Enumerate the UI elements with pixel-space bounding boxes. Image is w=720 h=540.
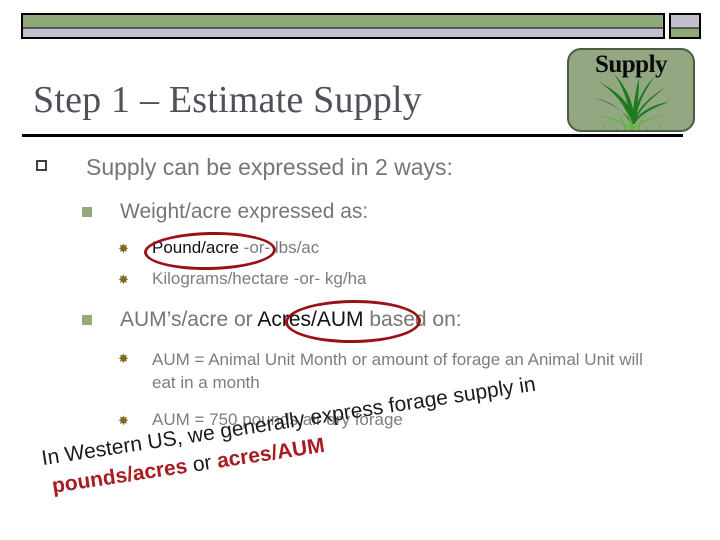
header-bar-main — [21, 13, 665, 39]
filled-square-bullet-icon — [82, 207, 92, 217]
aum-prefix: AUM’s/acre or — [120, 308, 258, 331]
star-bullet-icon: ✸ — [118, 413, 129, 428]
bullet-level2-row: AUM’s/acre or Acres/AUM based on: — [120, 308, 462, 332]
star-bullet-icon: ✸ — [118, 241, 129, 256]
circled-term-pound-acre: Pound/acre — [152, 238, 239, 257]
bullet-level2-label: Weight/acre expressed as: — [120, 200, 369, 223]
page-title: Step 1 – Estimate Supply — [33, 79, 423, 121]
title-divider — [22, 134, 683, 137]
supply-logo-label: Supply — [594, 51, 668, 78]
star-bullet-icon: ✸ — [118, 351, 129, 366]
hollow-square-bullet-icon — [36, 160, 47, 171]
filled-square-bullet-icon — [82, 315, 92, 325]
bullet-level3-label: Kilograms/hectare -or- kg/ha — [152, 269, 367, 288]
bullet-level3-row: Pound/acre -or- lbs/ac — [152, 238, 319, 258]
header-decorative-bar — [21, 13, 701, 39]
annotation-conjunction: or — [185, 450, 219, 478]
circled-term-acres-aum: Acres/AUM — [257, 308, 364, 331]
bullet-level1-label: Supply can be expressed in 2 ways: — [86, 154, 453, 180]
star-bullet-icon: ✸ — [118, 272, 129, 287]
header-bar-cap — [669, 13, 701, 39]
pound-acre-suffix: -or- lbs/ac — [238, 238, 320, 257]
aum-suffix: based on: — [363, 308, 462, 331]
supply-logo-badge: Supply — [567, 48, 695, 132]
